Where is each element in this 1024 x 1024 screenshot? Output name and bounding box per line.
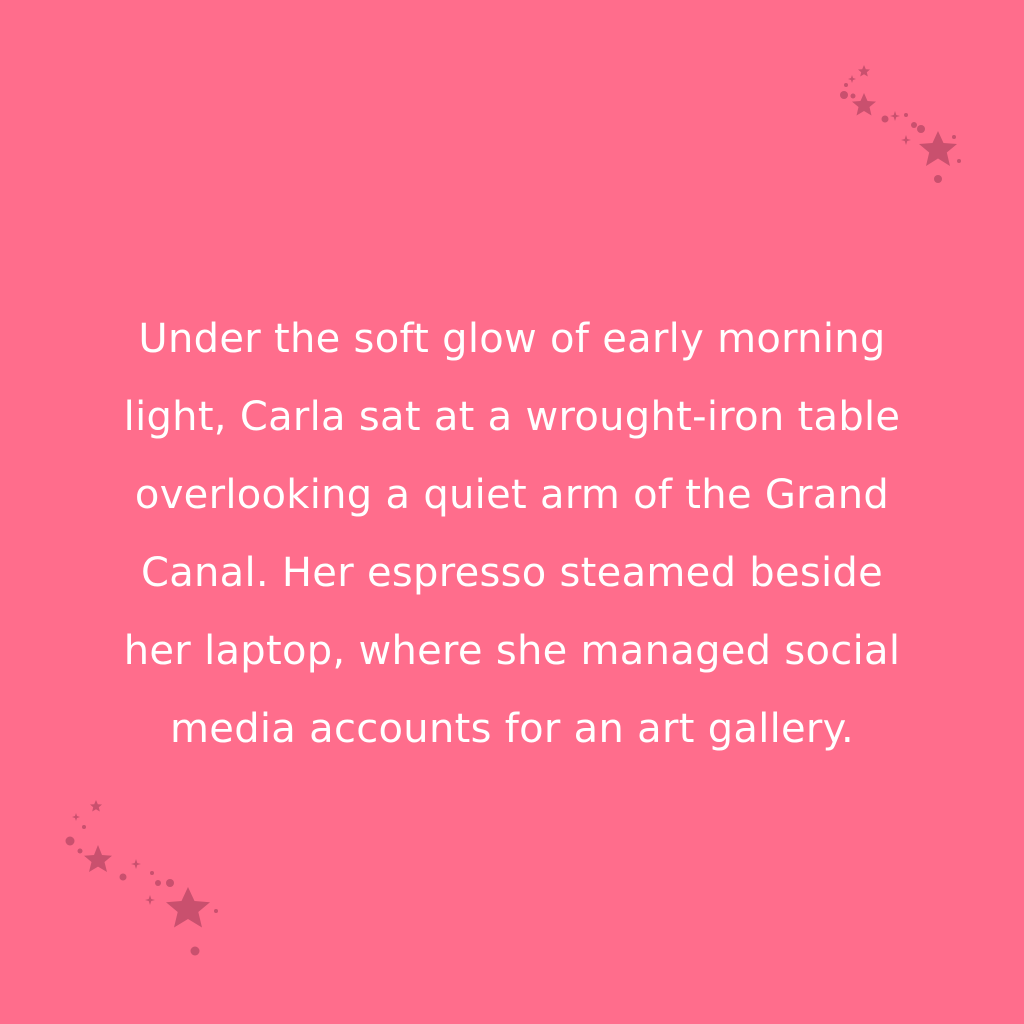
story-line: media accounts for an art gallery. [170, 706, 854, 752]
story-line: light, Carla sat at a wrought-iron table [123, 394, 901, 440]
story-paragraph: Under the soft glow of early morning lig… [40, 300, 984, 768]
shooting-stars-icon [822, 55, 972, 205]
background-canvas: Under the soft glow of early morning lig… [0, 0, 1024, 1024]
shooting-stars-icon [58, 795, 218, 956]
story-line: Under the soft glow of early morning [138, 316, 886, 362]
story-line: Canal. Her espresso steamed beside [140, 550, 884, 596]
shooting-stars-top-right-graphic [840, 65, 961, 183]
story-line: her laptop, where she managed social [123, 628, 901, 674]
shooting-stars-bottom-left-graphic [65, 800, 218, 956]
story-line: overlooking a quiet arm of the Grand [134, 472, 890, 518]
